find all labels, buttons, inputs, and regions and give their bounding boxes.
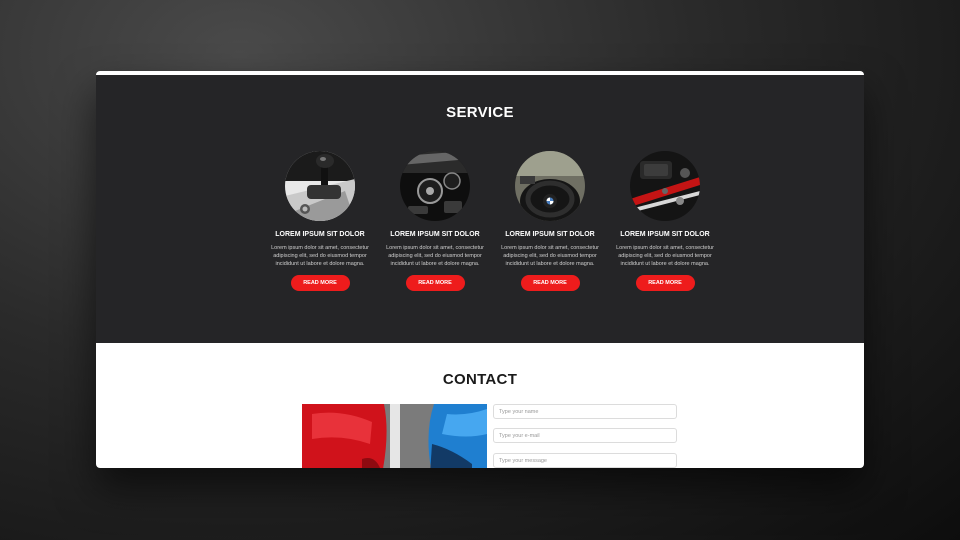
steering-wheel-photo xyxy=(515,151,585,221)
car-interior-photo xyxy=(630,151,700,221)
parked-cars-photo xyxy=(302,404,487,468)
card-title: LOREM IPSUM SIT DOLOR xyxy=(620,231,710,238)
browser-page: SERVICE LOREM IPSUM SIT DOLOR Lorem ipsu… xyxy=(96,71,864,468)
card-title: LOREM IPSUM SIT DOLOR xyxy=(390,231,480,238)
email-field[interactable] xyxy=(493,428,677,443)
read-more-button[interactable]: READ MORE xyxy=(290,275,350,292)
name-field[interactable] xyxy=(493,404,677,419)
service-card: LOREM IPSUM SIT DOLOR Lorem ipsum dolor … xyxy=(500,151,600,292)
card-description: Lorem ipsum dolor sit amet, consectetur … xyxy=(386,245,484,267)
service-card: LOREM IPSUM SIT DOLOR Lorem ipsum dolor … xyxy=(385,151,485,292)
gauge-cluster-photo xyxy=(400,151,470,221)
service-card: LOREM IPSUM SIT DOLOR Lorem ipsum dolor … xyxy=(615,151,715,292)
read-more-button[interactable]: READ MORE xyxy=(520,275,580,292)
service-card: LOREM IPSUM SIT DOLOR Lorem ipsum dolor … xyxy=(270,151,370,292)
gear-shifter-photo xyxy=(285,151,355,221)
service-title: SERVICE xyxy=(446,104,514,121)
contact-title: CONTACT xyxy=(442,371,518,388)
read-more-button[interactable]: READ MORE xyxy=(635,275,695,292)
card-description: Lorem ipsum dolor sit amet, consectetur … xyxy=(501,245,599,267)
card-description: Lorem ipsum dolor sit amet, consectetur … xyxy=(271,245,369,267)
message-field[interactable] xyxy=(493,453,677,468)
read-more-button[interactable]: READ MORE xyxy=(405,275,465,292)
card-description: Lorem ipsum dolor sit amet, consectetur … xyxy=(616,245,714,267)
service-section: SERVICE LOREM IPSUM SIT DOLOR Lorem ipsu… xyxy=(96,75,864,343)
card-title: LOREM IPSUM SIT DOLOR xyxy=(505,231,595,238)
card-title: LOREM IPSUM SIT DOLOR xyxy=(275,231,365,238)
